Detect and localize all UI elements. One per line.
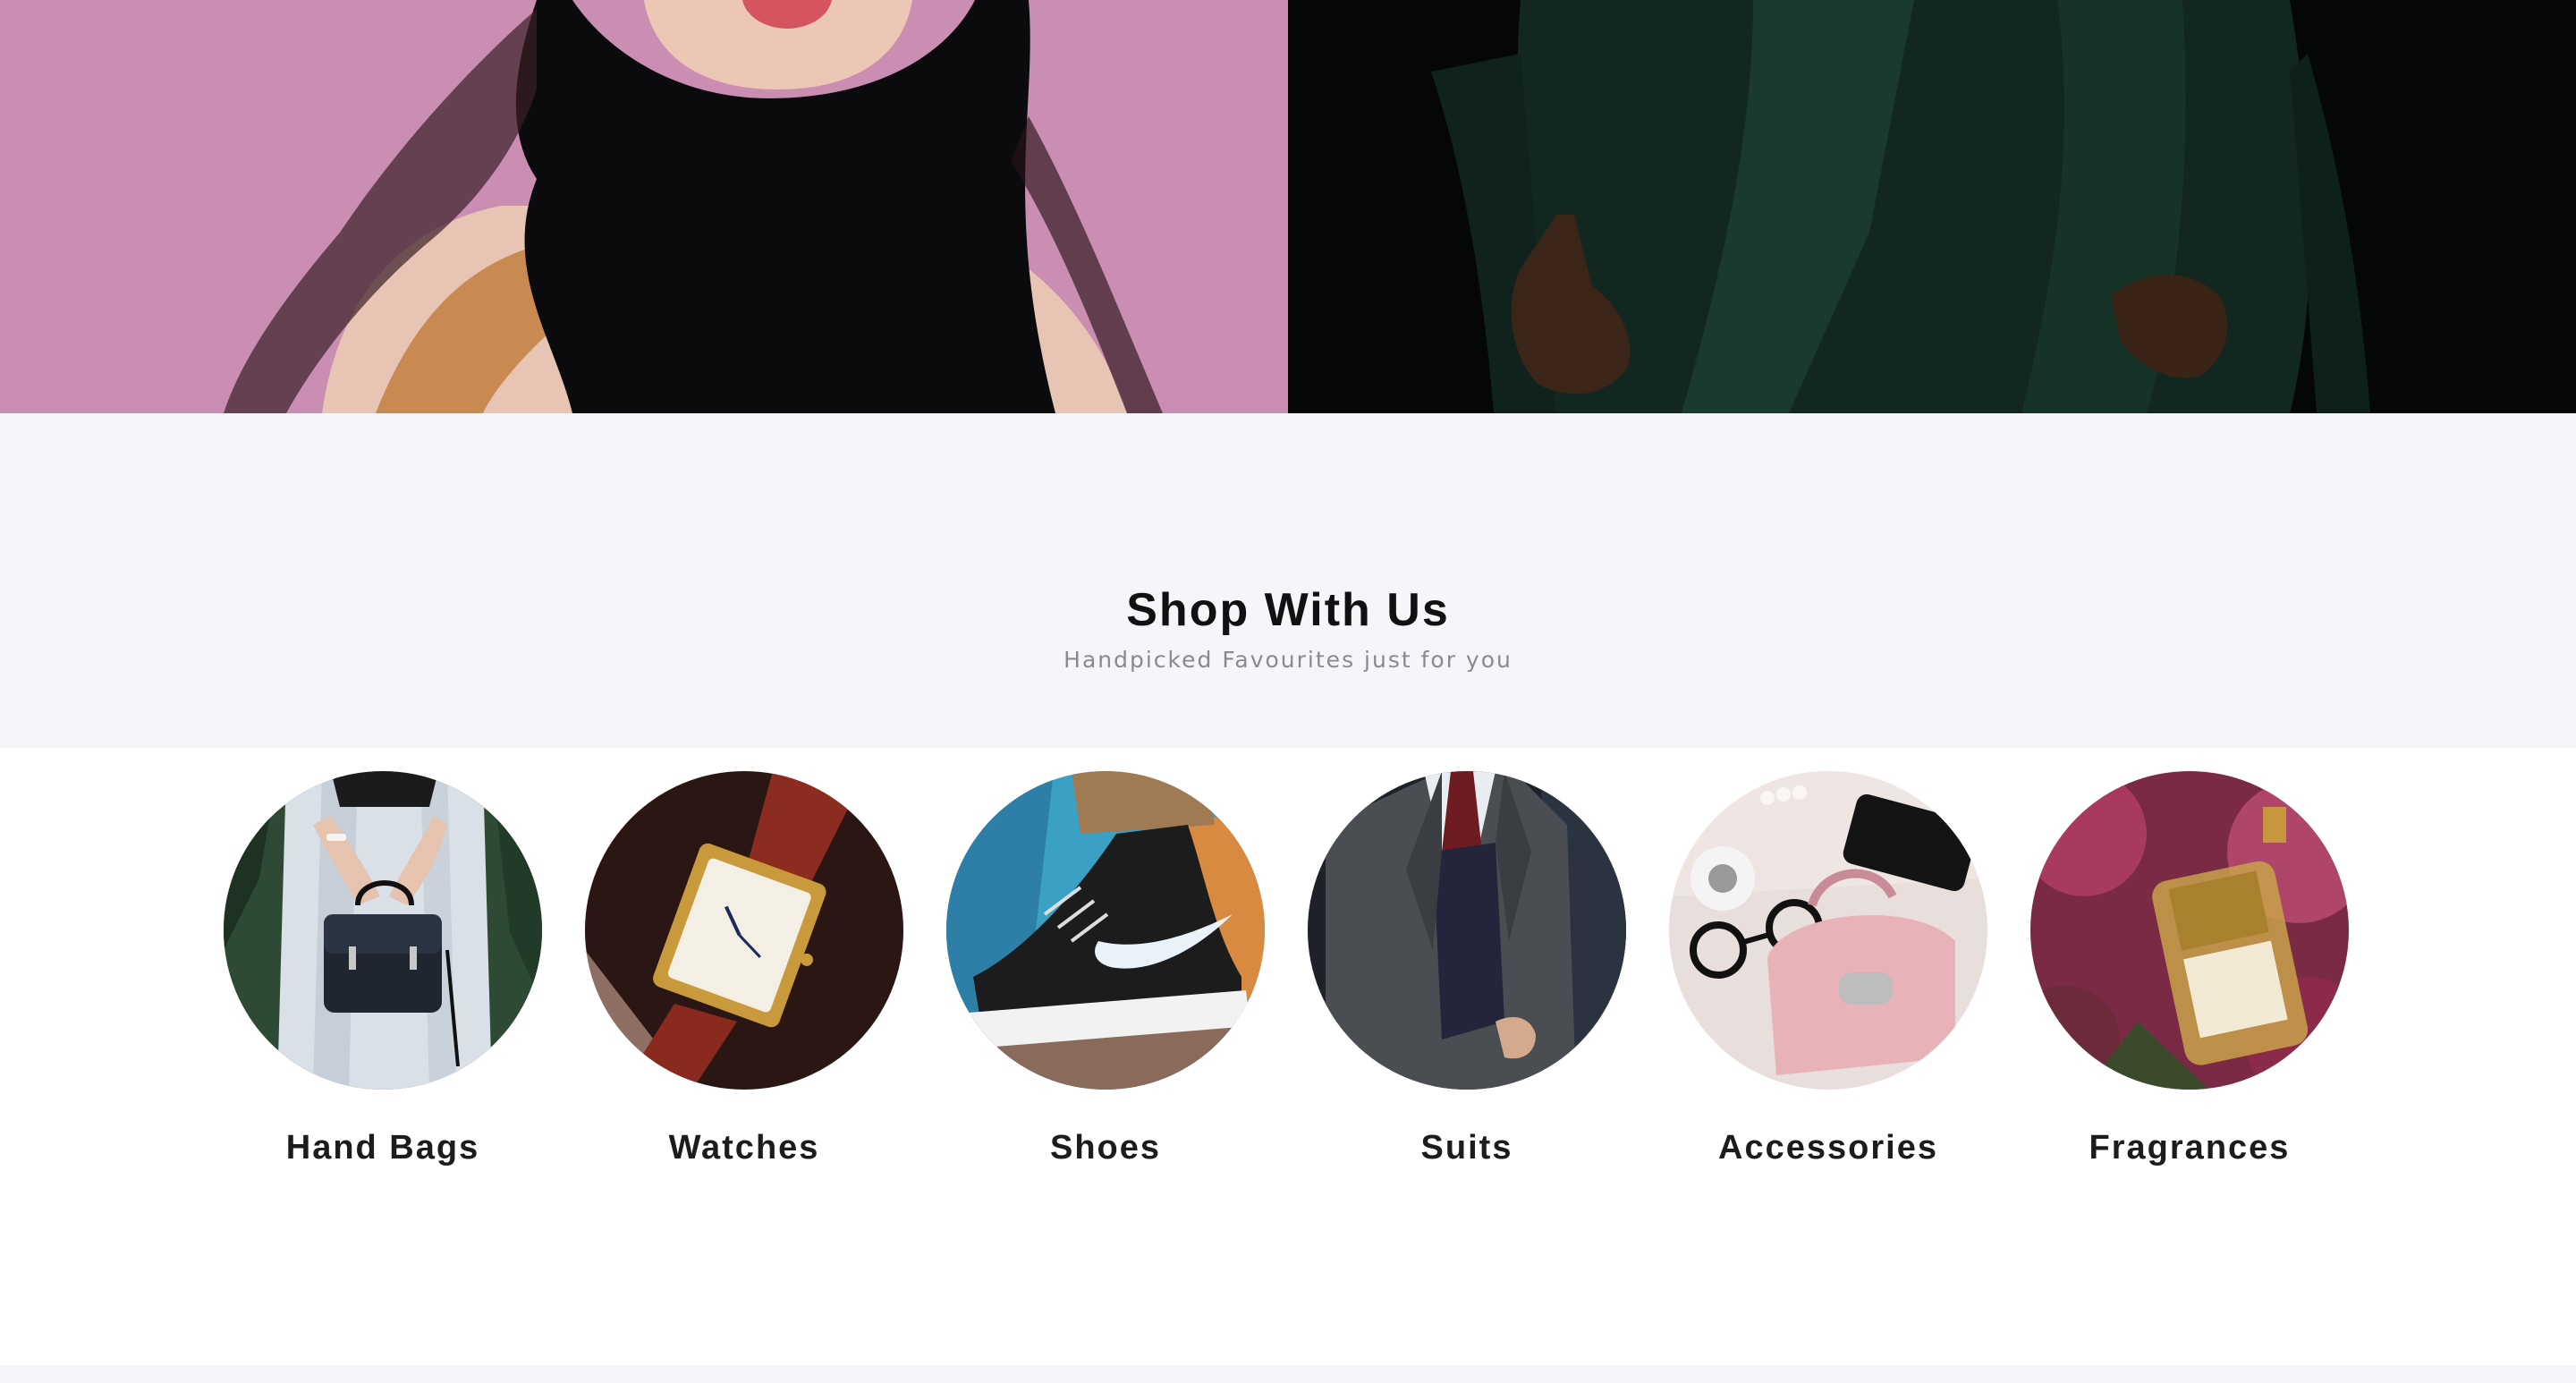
- category-label[interactable]: Suits: [1286, 1127, 1648, 1168]
- woman-scarf-illustration: [0, 0, 1288, 413]
- category-fragrances[interactable]: Fragrances: [2009, 771, 2370, 1218]
- section-title: Shop With Us: [1126, 584, 1450, 636]
- watch-photo: [585, 771, 903, 1090]
- accessories-photo: [1669, 771, 1987, 1090]
- handbag-photo: [224, 771, 542, 1090]
- hero-women-image[interactable]: [0, 0, 1288, 413]
- suits-image[interactable]: [1308, 771, 1626, 1090]
- man-suit-illustration: [1288, 0, 2576, 413]
- accessories-image[interactable]: [1669, 771, 1987, 1090]
- category-label[interactable]: Shoes: [925, 1127, 1286, 1168]
- category-label[interactable]: Watches: [564, 1127, 925, 1168]
- category-accessories[interactable]: Accessories: [1648, 771, 2009, 1218]
- perfume-photo: [2030, 771, 2349, 1090]
- category-hand-bags[interactable]: Hand Bags: [202, 771, 564, 1218]
- handbag-image[interactable]: [224, 771, 542, 1090]
- fragrances-image[interactable]: [2030, 771, 2349, 1090]
- category-list: Hand Bags Watches Shoes Suits Accessorie…: [0, 748, 2576, 1365]
- section-subtitle: Handpicked Favourites just for you: [1063, 647, 1513, 673]
- category-label[interactable]: Accessories: [1648, 1127, 2009, 1168]
- shop-section-header: [0, 413, 2576, 748]
- category-label[interactable]: Hand Bags: [202, 1127, 564, 1168]
- hero-banner: [0, 0, 2576, 413]
- category-shoes[interactable]: Shoes: [925, 771, 1286, 1218]
- sneaker-photo: [946, 771, 1265, 1090]
- next-section-edge: [0, 1365, 2576, 1383]
- shoes-image[interactable]: [946, 771, 1265, 1090]
- category-watches[interactable]: Watches: [564, 771, 925, 1218]
- category-suits[interactable]: Suits: [1286, 771, 1648, 1218]
- watch-image[interactable]: [585, 771, 903, 1090]
- hero-men-image[interactable]: [1288, 0, 2576, 413]
- category-label[interactable]: Fragrances: [2009, 1127, 2370, 1168]
- suit-photo: [1308, 771, 1626, 1090]
